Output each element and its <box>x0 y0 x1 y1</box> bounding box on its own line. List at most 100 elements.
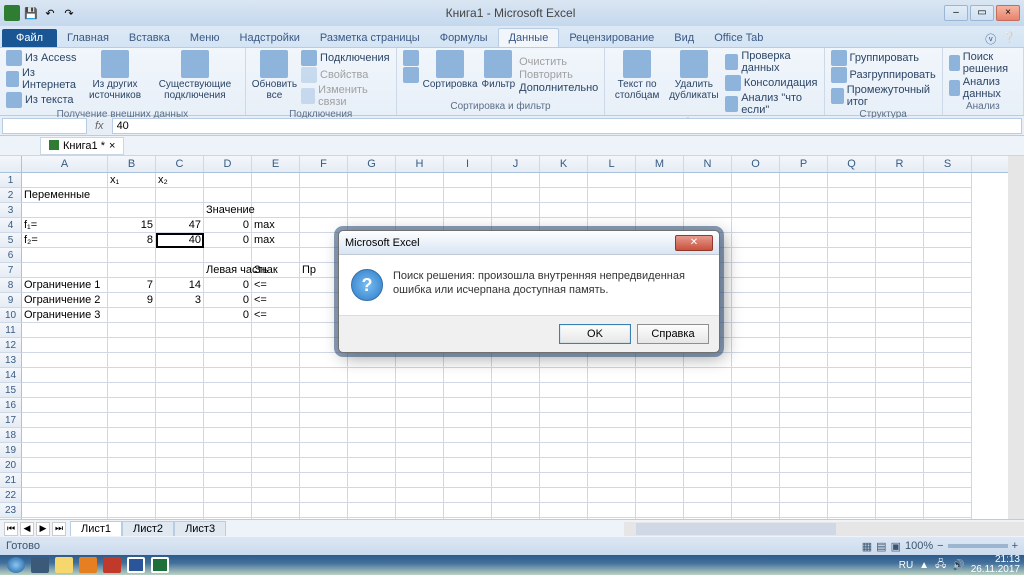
cell-P15[interactable] <box>780 383 828 398</box>
cell-E23[interactable] <box>252 503 300 518</box>
cell-I13[interactable] <box>444 353 492 368</box>
cell-K23[interactable] <box>540 503 588 518</box>
taskbar-word[interactable] <box>127 557 145 573</box>
dialog-help-button[interactable]: Справка <box>637 324 709 344</box>
cell-I19[interactable] <box>444 443 492 458</box>
cell-L14[interactable] <box>588 368 636 383</box>
cell-S16[interactable] <box>924 398 972 413</box>
col-header-R[interactable]: R <box>876 156 924 172</box>
row-header-7[interactable]: 7 <box>0 263 22 278</box>
cell-K22[interactable] <box>540 488 588 503</box>
cell-S17[interactable] <box>924 413 972 428</box>
cell-N20[interactable] <box>684 458 732 473</box>
zoom-out-icon[interactable]: − <box>937 540 943 552</box>
cell-O7[interactable] <box>732 263 780 278</box>
cell-E17[interactable] <box>252 413 300 428</box>
cell-C6[interactable] <box>156 248 204 263</box>
cell-P14[interactable] <box>780 368 828 383</box>
cell-C1[interactable]: x₂ <box>156 173 204 188</box>
cell-B9[interactable]: 9 <box>108 293 156 308</box>
col-header-E[interactable]: E <box>252 156 300 172</box>
cell-S23[interactable] <box>924 503 972 518</box>
cell-R12[interactable] <box>876 338 924 353</box>
help-icon[interactable]: ❔ <box>1002 31 1016 47</box>
cell-O3[interactable] <box>732 203 780 218</box>
col-header-G[interactable]: G <box>348 156 396 172</box>
fx-icon[interactable]: fx <box>89 120 110 132</box>
cell-E2[interactable] <box>252 188 300 203</box>
start-button[interactable] <box>7 557 25 573</box>
cell-Q1[interactable] <box>828 173 876 188</box>
cell-C2[interactable] <box>156 188 204 203</box>
cell-S8[interactable] <box>924 278 972 293</box>
cell-K21[interactable] <box>540 473 588 488</box>
tab-addins[interactable]: Надстройки <box>230 29 310 47</box>
cell-A15[interactable] <box>22 383 108 398</box>
cell-C3[interactable] <box>156 203 204 218</box>
sheet-nav-prev[interactable]: ◀ <box>20 522 34 536</box>
cell-J15[interactable] <box>492 383 540 398</box>
cell-D15[interactable] <box>204 383 252 398</box>
cell-L2[interactable] <box>588 188 636 203</box>
cell-P9[interactable] <box>780 293 828 308</box>
minimize-button[interactable]: – <box>944 5 968 21</box>
cell-A14[interactable] <box>22 368 108 383</box>
cell-I15[interactable] <box>444 383 492 398</box>
name-box[interactable] <box>2 118 87 134</box>
cell-D4[interactable]: 0 <box>204 218 252 233</box>
cell-A1[interactable] <box>22 173 108 188</box>
cell-N14[interactable] <box>684 368 732 383</box>
cell-S9[interactable] <box>924 293 972 308</box>
cell-P12[interactable] <box>780 338 828 353</box>
cell-B15[interactable] <box>108 383 156 398</box>
cell-E18[interactable] <box>252 428 300 443</box>
view-layout-icon[interactable]: ▤ <box>876 540 886 553</box>
cell-O2[interactable] <box>732 188 780 203</box>
cell-E13[interactable] <box>252 353 300 368</box>
connections-button[interactable]: Подключения <box>301 50 390 66</box>
cell-H18[interactable] <box>396 428 444 443</box>
row-header-14[interactable]: 14 <box>0 368 22 383</box>
col-header-B[interactable]: B <box>108 156 156 172</box>
cell-S4[interactable] <box>924 218 972 233</box>
cell-R3[interactable] <box>876 203 924 218</box>
cell-M23[interactable] <box>636 503 684 518</box>
cell-R16[interactable] <box>876 398 924 413</box>
cell-Q14[interactable] <box>828 368 876 383</box>
col-header-A[interactable]: A <box>22 156 108 172</box>
cell-C23[interactable] <box>156 503 204 518</box>
cell-A2[interactable]: Переменные <box>22 188 108 203</box>
cell-H21[interactable] <box>396 473 444 488</box>
cell-F16[interactable] <box>300 398 348 413</box>
cell-H23[interactable] <box>396 503 444 518</box>
cell-H2[interactable] <box>396 188 444 203</box>
col-header-F[interactable]: F <box>300 156 348 172</box>
cell-L16[interactable] <box>588 398 636 413</box>
cell-B11[interactable] <box>108 323 156 338</box>
tab-review[interactable]: Рецензирование <box>559 29 664 47</box>
col-header-J[interactable]: J <box>492 156 540 172</box>
cell-J2[interactable] <box>492 188 540 203</box>
cell-R15[interactable] <box>876 383 924 398</box>
ungroup-button[interactable]: Разгруппировать <box>831 67 936 83</box>
cell-R19[interactable] <box>876 443 924 458</box>
refresh-all-button[interactable]: Обновить все <box>252 50 297 108</box>
cell-M2[interactable] <box>636 188 684 203</box>
cell-O16[interactable] <box>732 398 780 413</box>
row-header-3[interactable]: 3 <box>0 203 22 218</box>
cell-B20[interactable] <box>108 458 156 473</box>
col-header-O[interactable]: O <box>732 156 780 172</box>
cell-B4[interactable]: 15 <box>108 218 156 233</box>
cell-S15[interactable] <box>924 383 972 398</box>
cell-R6[interactable] <box>876 248 924 263</box>
cell-N1[interactable] <box>684 173 732 188</box>
sheet-nav-first[interactable]: ⏮ <box>4 522 18 536</box>
cell-C17[interactable] <box>156 413 204 428</box>
filter-button[interactable]: Фильтр <box>482 50 516 100</box>
cell-N22[interactable] <box>684 488 732 503</box>
select-all[interactable] <box>0 156 22 172</box>
cell-Q6[interactable] <box>828 248 876 263</box>
cell-O15[interactable] <box>732 383 780 398</box>
col-header-I[interactable]: I <box>444 156 492 172</box>
cell-S20[interactable] <box>924 458 972 473</box>
